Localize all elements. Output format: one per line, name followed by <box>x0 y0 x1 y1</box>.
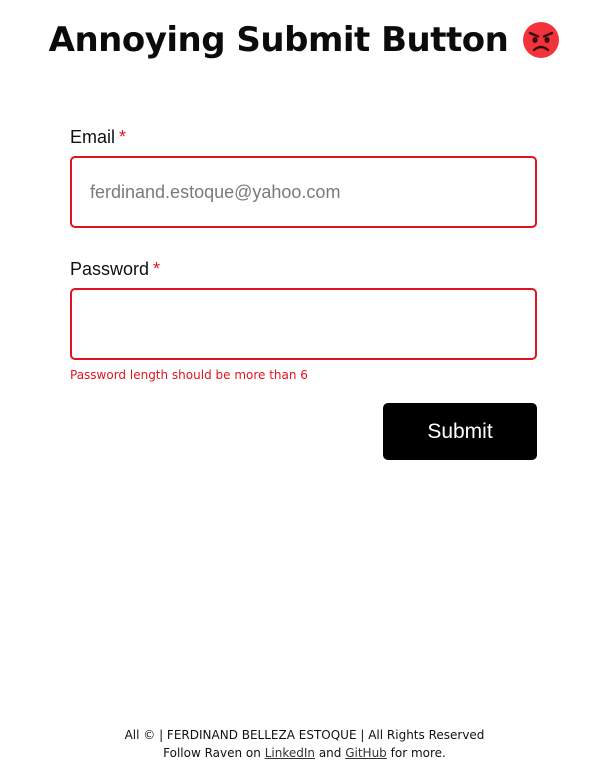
footer-and: and <box>315 746 346 760</box>
password-label-text: Password <box>70 259 150 279</box>
email-field[interactable] <box>70 156 537 228</box>
footer-follow: Follow Raven on LinkedIn and GitHub for … <box>0 744 609 762</box>
footer-suffix: for more. <box>386 746 446 760</box>
github-link[interactable]: GitHub <box>345 746 387 760</box>
password-error-message: Password length should be more than 6 <box>70 368 308 382</box>
linkedin-link[interactable]: LinkedIn <box>265 746 315 760</box>
email-label-text: Email <box>70 127 116 147</box>
email-required-mark: * <box>119 127 127 147</box>
password-label: Password * <box>70 256 537 282</box>
password-field[interactable] <box>70 288 537 360</box>
angry-face-icon <box>522 21 560 59</box>
page: Annoying Submit Button Email* Password* … <box>0 0 609 773</box>
login-form: Email* Password* Password length should … <box>70 124 537 383</box>
email-label: Email * <box>70 124 537 150</box>
footer-follow-prefix: Follow Raven on <box>163 746 265 760</box>
password-required-mark: * <box>153 259 161 279</box>
title-row: Annoying Submit Button <box>0 20 609 60</box>
submit-button[interactable]: Submit <box>383 403 537 460</box>
page-title: Annoying Submit Button <box>48 20 509 60</box>
footer-copyright: All © | FERDINAND BELLEZA ESTOQUE | All … <box>124 728 485 742</box>
footer: All © | FERDINAND BELLEZA ESTOQUE | All … <box>0 726 609 762</box>
